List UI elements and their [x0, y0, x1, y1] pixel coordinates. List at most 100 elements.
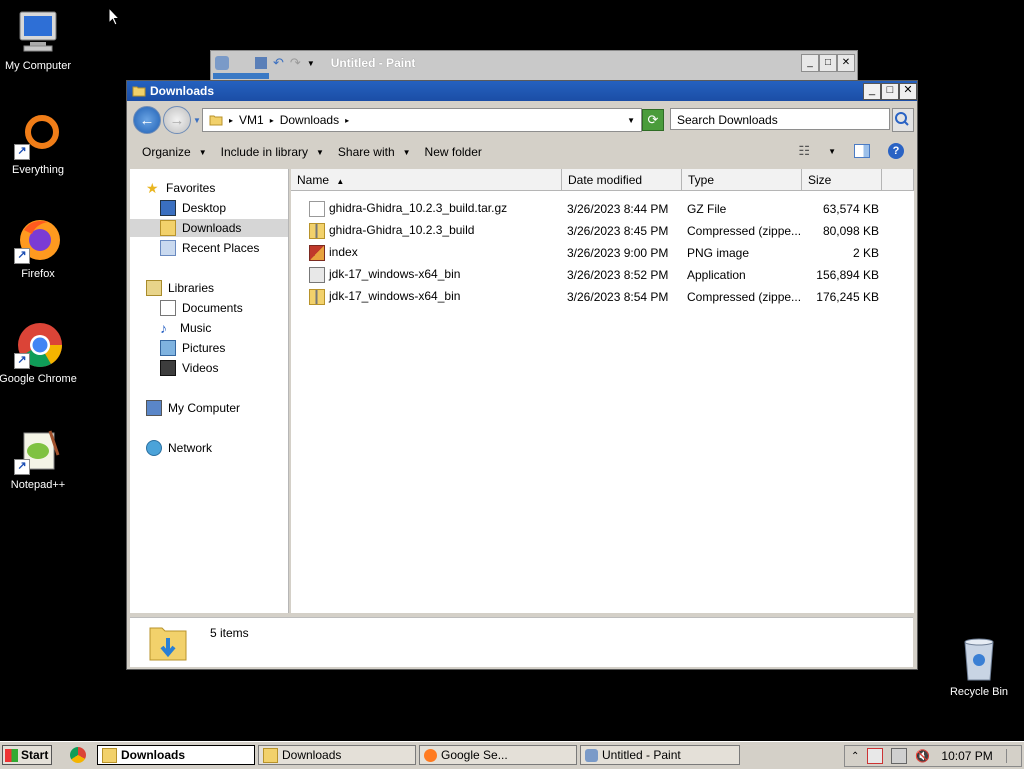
file-date: 3/26/2023 8:54 PM	[567, 290, 669, 304]
view-options-dropdown-icon[interactable]: ▼	[828, 147, 836, 156]
breadcrumb-item-vm1[interactable]: VM1	[239, 113, 264, 127]
file-row[interactable]: ghidra-Ghidra_10.2.3_build.tar.gz 3/26/2…	[291, 199, 891, 219]
paint-close-button[interactable]: ✕	[837, 54, 855, 72]
taskbar-button-label: Google Se...	[441, 748, 508, 762]
start-button[interactable]: Start	[2, 745, 52, 765]
file-icon	[309, 201, 325, 217]
organize-label: Organize	[142, 145, 191, 159]
nav-music[interactable]: ♪ Music	[160, 319, 211, 337]
nav-label: Music	[180, 321, 212, 335]
nav-my-computer[interactable]: My Computer	[146, 399, 240, 417]
videos-icon	[160, 360, 176, 376]
organize-button[interactable]: Organize ▼	[142, 145, 207, 159]
column-header-extra[interactable]	[882, 169, 914, 191]
desktop-icon-firefox[interactable]: ↗ Firefox	[0, 216, 78, 280]
nav-pictures[interactable]: Pictures	[160, 339, 225, 357]
clock[interactable]: 10:07 PM	[941, 749, 992, 763]
desktop-icon-everything[interactable]: ↗ Everything	[0, 112, 78, 176]
volume-muted-icon[interactable]: 🔇	[915, 749, 930, 763]
search-icon[interactable]	[892, 108, 914, 132]
close-button[interactable]: ✕	[899, 83, 917, 100]
paint-titlebar[interactable]: ↶ ↷ ▼ Untitled - Paint	[211, 51, 857, 75]
search-input[interactable]: Search Downloads	[670, 108, 890, 130]
zip-icon	[309, 223, 325, 239]
show-desktop-button[interactable]	[1006, 749, 1017, 763]
new-folder-button[interactable]: New folder	[425, 145, 482, 159]
explorer-titlebar[interactable]: Downloads	[127, 81, 917, 101]
pictures-icon	[160, 340, 176, 356]
taskbar-button-downloads[interactable]: Downloads	[258, 745, 416, 765]
breadcrumb-separator[interactable]: ▸	[270, 116, 274, 125]
nav-downloads[interactable]: Downloads	[130, 219, 288, 237]
share-with-button[interactable]: Share with ▼	[338, 145, 411, 159]
documents-icon	[160, 300, 176, 316]
desktop-icon-label: Firefox	[21, 268, 55, 280]
nav-documents[interactable]: Documents	[160, 299, 243, 317]
desktop-icon-google-chrome[interactable]: ↗ Google Chrome	[0, 321, 78, 385]
chrome-quicklaunch-icon[interactable]	[70, 747, 86, 763]
paint-minimize-button[interactable]: _	[801, 54, 819, 72]
help-icon[interactable]: ?	[888, 143, 904, 159]
taskbar-button-paint[interactable]: Untitled - Paint	[580, 745, 740, 765]
column-header-date-modified[interactable]: Date modified	[562, 169, 682, 191]
folder-icon	[102, 747, 117, 763]
file-type: Compressed (zippe...	[687, 290, 802, 304]
minimize-button[interactable]: _	[863, 83, 881, 100]
breadcrumb[interactable]: ▸ VM1 ▸ Downloads ▸ ▼	[202, 108, 642, 132]
breadcrumb-item-downloads[interactable]: Downloads	[280, 113, 339, 127]
breadcrumb-separator[interactable]: ▸	[229, 116, 233, 125]
file-row[interactable]: ghidra-Ghidra_10.2.3_build 3/26/2023 8:4…	[291, 221, 891, 241]
maximize-button[interactable]: □	[881, 83, 899, 100]
file-date: 3/26/2023 8:44 PM	[567, 202, 669, 216]
column-header-name[interactable]: Name ▲	[291, 169, 562, 191]
system-tray: ⌃ 🔇 10:07 PM	[844, 745, 1022, 767]
forward-button[interactable]: →	[163, 106, 191, 134]
file-row[interactable]: index 3/26/2023 9:00 PM PNG image 2 KB	[291, 243, 891, 263]
desktop-icon-label: My Computer	[4, 60, 72, 72]
back-button[interactable]: ←	[133, 106, 161, 134]
breadcrumb-separator[interactable]: ▸	[345, 116, 349, 125]
file-size: 2 KB	[852, 246, 879, 260]
nav-recent-places[interactable]: Recent Places	[160, 239, 259, 257]
file-row[interactable]: jdk-17_windows-x64_bin 3/26/2023 8:52 PM…	[291, 265, 891, 285]
taskbar-button-downloads-active[interactable]: Downloads	[97, 745, 255, 765]
preview-pane-icon[interactable]	[854, 144, 870, 158]
explorer-window-title: Downloads	[150, 84, 215, 98]
desktop-icon-notepad-plus-plus[interactable]: ↗ Notepad++	[0, 427, 78, 491]
recent-pages-dropdown-icon[interactable]: ▼	[193, 116, 201, 125]
undo-icon[interactable]: ↶	[273, 55, 284, 71]
nav-libraries[interactable]: Libraries	[146, 279, 214, 297]
paint-icon	[585, 748, 598, 762]
paint-window[interactable]: ↶ ↷ ▼ Untitled - Paint _ □ ✕	[210, 50, 858, 82]
show-hidden-icons-button[interactable]: ⌃	[851, 751, 859, 762]
star-icon: ★	[146, 180, 159, 196]
paint-file-tab[interactable]	[213, 73, 269, 79]
nav-desktop[interactable]: Desktop	[160, 199, 226, 217]
desktop-icon-recycle-bin[interactable]: Recycle Bin	[944, 636, 1014, 698]
address-bar-row: ← → ▼ ▸ VM1 ▸ Downloads ▸ ▼ ⟳ Search Dow…	[130, 105, 914, 135]
address-history-dropdown-icon[interactable]: ▼	[627, 116, 635, 125]
column-header-type[interactable]: Type	[682, 169, 802, 191]
taskbar-button-firefox[interactable]: Google Se...	[419, 745, 577, 765]
nav-network[interactable]: Network	[146, 439, 212, 457]
save-icon[interactable]	[255, 57, 267, 69]
paint-maximize-button[interactable]: □	[819, 54, 837, 72]
nav-favorites[interactable]: ★ Favorites	[146, 179, 215, 197]
file-name: index	[329, 245, 358, 260]
nav-videos[interactable]: Videos	[160, 359, 218, 377]
file-name: ghidra-Ghidra_10.2.3_build.tar.gz	[329, 201, 508, 216]
downloads-folder-icon	[149, 627, 187, 661]
file-list: Name ▲ Date modified Type Size ghidra-Gh…	[291, 169, 914, 613]
explorer-window[interactable]: Downloads _ □ ✕ ← → ▼ ▸ VM1 ▸ Downloads …	[126, 80, 918, 670]
column-header-size[interactable]: Size	[802, 169, 882, 191]
refresh-button[interactable]: ⟳	[642, 109, 664, 131]
redo-icon[interactable]: ↷	[290, 55, 301, 71]
change-view-icon[interactable]: ☷	[798, 143, 810, 159]
file-row[interactable]: jdk-17_windows-x64_bin 3/26/2023 8:54 PM…	[291, 287, 891, 307]
network-status-icon[interactable]	[891, 748, 908, 764]
include-in-library-button[interactable]: Include in library ▼	[221, 145, 324, 159]
action-center-icon[interactable]	[867, 748, 884, 764]
desktop-icon-my-computer[interactable]: My Computer	[0, 8, 78, 72]
quick-access-dropdown-icon[interactable]: ▼	[307, 59, 315, 68]
libraries-icon	[146, 280, 162, 296]
